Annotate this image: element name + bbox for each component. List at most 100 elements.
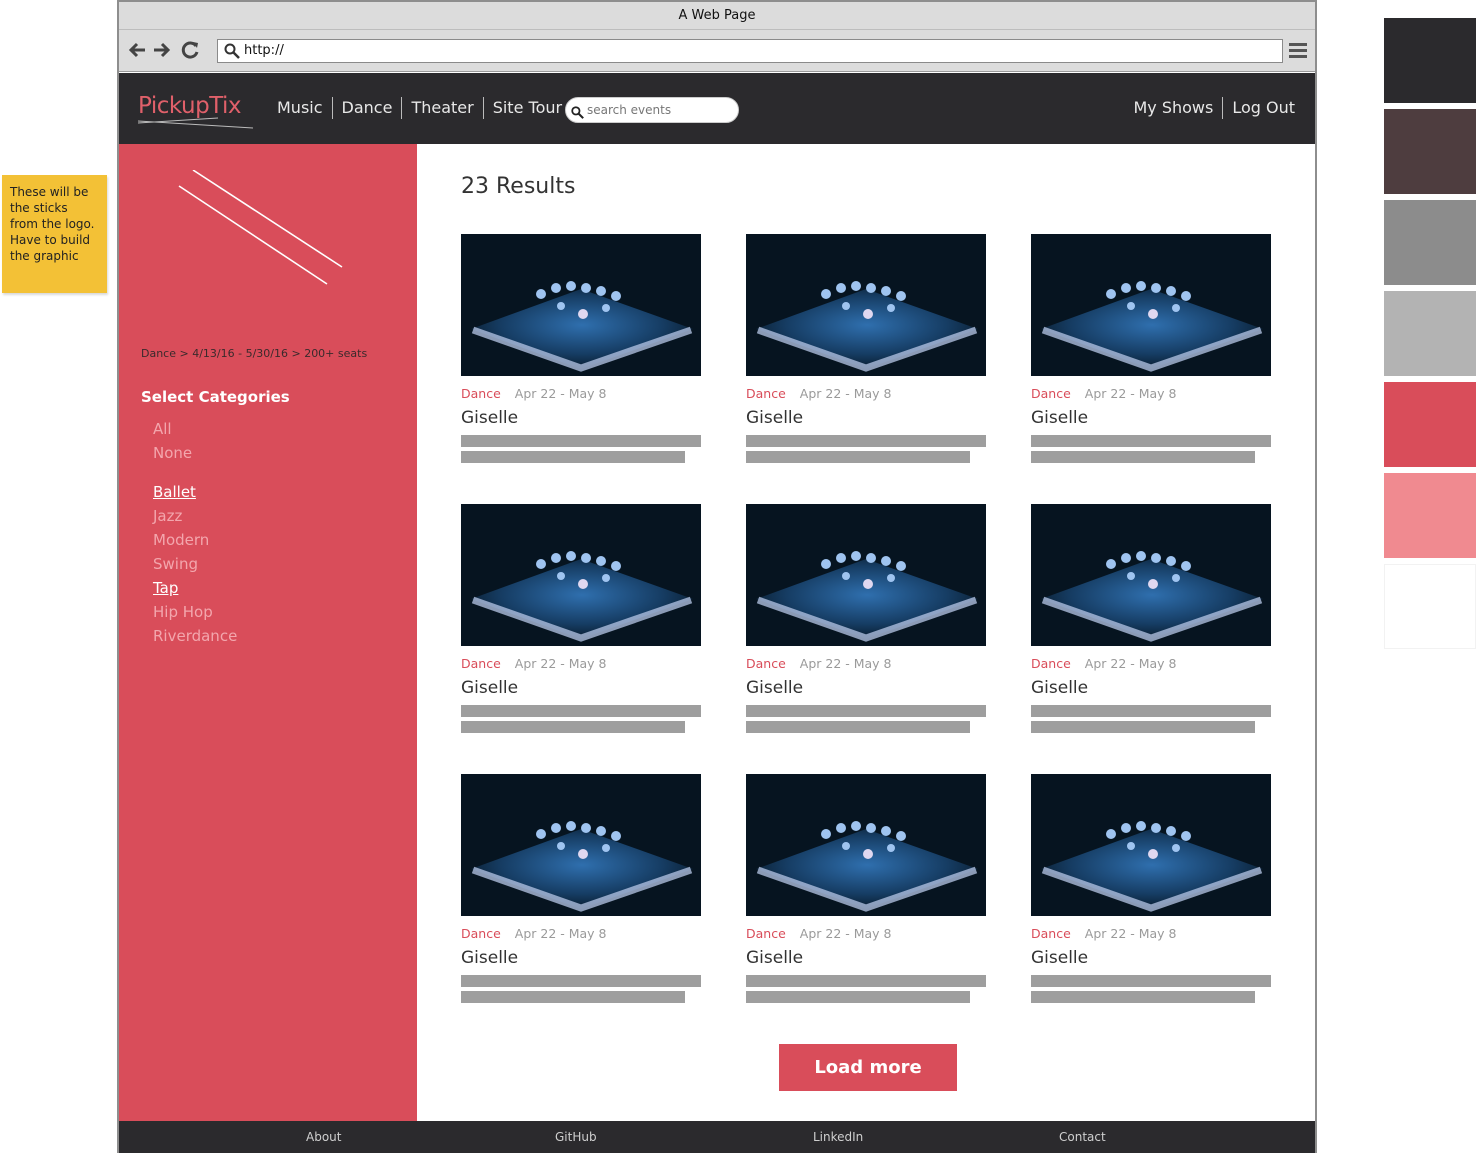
nav-my-shows[interactable]: My Shows <box>1124 97 1222 119</box>
url-bar[interactable]: http:// <box>217 39 1283 63</box>
event-card[interactable]: Dance Apr 22 - May 8 Giselle <box>461 234 701 463</box>
description-placeholder <box>461 991 685 1003</box>
category-jazz[interactable]: Jazz <box>153 504 237 528</box>
event-category: Dance <box>1031 926 1071 941</box>
nav-log-out[interactable]: Log Out <box>1222 97 1304 119</box>
event-image[interactable] <box>746 774 986 916</box>
event-card[interactable]: Dance Apr 22 - May 8 Giselle <box>461 774 701 1003</box>
event-card[interactable]: Dance Apr 22 - May 8 Giselle <box>461 504 701 733</box>
event-date: Apr 22 - May 8 <box>799 386 892 401</box>
event-date: Apr 22 - May 8 <box>514 656 607 671</box>
category-riverdance[interactable]: Riverdance <box>153 624 237 648</box>
reload-icon[interactable] <box>181 40 201 63</box>
palette-swatch <box>1384 473 1476 558</box>
footer-contact[interactable]: Contact <box>1059 1130 1106 1144</box>
quick-select: All None <box>153 417 192 465</box>
search-input[interactable]: search events <box>565 97 739 123</box>
event-image[interactable] <box>461 774 701 916</box>
select-none[interactable]: None <box>153 441 192 465</box>
event-category: Dance <box>461 926 501 941</box>
description-placeholder <box>461 451 685 463</box>
nav-theater[interactable]: Theater <box>401 97 482 119</box>
event-card[interactable]: Dance Apr 22 - May 8 Giselle <box>746 504 986 733</box>
event-meta: Dance Apr 22 - May 8 <box>461 926 701 942</box>
window-title: A Web Page <box>119 2 1315 30</box>
event-category: Dance <box>746 656 786 671</box>
footer-about[interactable]: About <box>306 1130 341 1144</box>
load-more-button[interactable]: Load more <box>779 1044 957 1091</box>
event-card[interactable]: Dance Apr 22 - May 8 Giselle <box>746 234 986 463</box>
browser-toolbar: http:// <box>119 30 1315 72</box>
breadcrumb: Dance > 4/13/16 - 5/30/16 > 200+ seats <box>141 347 368 360</box>
description-placeholder <box>461 975 701 987</box>
category-ballet[interactable]: Ballet <box>153 480 237 504</box>
event-meta: Dance Apr 22 - May 8 <box>746 656 986 672</box>
event-title[interactable]: Giselle <box>746 947 986 969</box>
description-placeholder <box>746 705 986 717</box>
description-placeholder <box>1031 721 1255 733</box>
event-image[interactable] <box>461 234 701 376</box>
event-category: Dance <box>746 926 786 941</box>
event-title[interactable]: Giselle <box>746 677 986 699</box>
event-card[interactable]: Dance Apr 22 - May 8 Giselle <box>1031 774 1271 1003</box>
menu-icon[interactable] <box>1289 43 1307 61</box>
logo-sticks-icon <box>138 117 254 129</box>
search-icon <box>224 43 240 67</box>
category-swing[interactable]: Swing <box>153 552 237 576</box>
event-meta: Dance Apr 22 - May 8 <box>461 386 701 402</box>
palette-swatch <box>1384 18 1476 103</box>
event-meta: Dance Apr 22 - May 8 <box>746 926 986 942</box>
category-modern[interactable]: Modern <box>153 528 237 552</box>
palette-swatch <box>1384 109 1476 194</box>
event-image[interactable] <box>1031 504 1271 646</box>
event-card[interactable]: Dance Apr 22 - May 8 Giselle <box>1031 234 1271 463</box>
sticks-graphic <box>178 170 343 285</box>
event-title[interactable]: Giselle <box>1031 947 1271 969</box>
event-card[interactable]: Dance Apr 22 - May 8 Giselle <box>746 774 986 1003</box>
app-header: PickupTix Music Dance Theater Site Tour … <box>119 73 1315 144</box>
event-date: Apr 22 - May 8 <box>1084 926 1177 941</box>
event-meta: Dance Apr 22 - May 8 <box>461 656 701 672</box>
event-title[interactable]: Giselle <box>1031 407 1271 429</box>
footer-github[interactable]: GitHub <box>555 1130 597 1144</box>
browser-window: A Web Page http:// PickupTix Music Dance… <box>117 0 1317 1153</box>
palette-swatch <box>1384 382 1476 467</box>
event-title[interactable]: Giselle <box>461 947 701 969</box>
event-date: Apr 22 - May 8 <box>799 656 892 671</box>
event-category: Dance <box>1031 386 1071 401</box>
forward-arrow-icon[interactable] <box>152 40 172 63</box>
description-placeholder <box>746 975 986 987</box>
user-nav: My Shows Log Out <box>1124 97 1304 119</box>
event-image[interactable] <box>746 234 986 376</box>
select-all[interactable]: All <box>153 417 192 441</box>
event-title[interactable]: Giselle <box>1031 677 1271 699</box>
category-tap[interactable]: Tap <box>153 576 237 600</box>
event-image[interactable] <box>1031 234 1271 376</box>
event-title[interactable]: Giselle <box>461 677 701 699</box>
event-image[interactable] <box>746 504 986 646</box>
category-list: Ballet Jazz Modern Swing Tap Hip Hop Riv… <box>153 480 237 648</box>
event-date: Apr 22 - May 8 <box>1084 386 1177 401</box>
nav-music[interactable]: Music <box>277 97 332 119</box>
description-placeholder <box>461 705 701 717</box>
category-hip-hop[interactable]: Hip Hop <box>153 600 237 624</box>
event-meta: Dance Apr 22 - May 8 <box>746 386 986 402</box>
nav-site-tour[interactable]: Site Tour <box>482 97 571 119</box>
event-meta: Dance Apr 22 - May 8 <box>1031 926 1271 942</box>
event-title[interactable]: Giselle <box>461 407 701 429</box>
back-arrow-icon[interactable] <box>127 40 147 63</box>
event-title[interactable]: Giselle <box>746 407 986 429</box>
event-card[interactable]: Dance Apr 22 - May 8 Giselle <box>1031 504 1271 733</box>
event-image[interactable] <box>461 504 701 646</box>
event-category: Dance <box>461 656 501 671</box>
palette-swatch <box>1384 200 1476 285</box>
description-placeholder <box>746 435 986 447</box>
nav-dance[interactable]: Dance <box>331 97 402 119</box>
footer-linkedin[interactable]: LinkedIn <box>813 1130 863 1144</box>
logo[interactable]: PickupTix <box>138 93 242 119</box>
description-placeholder <box>461 721 685 733</box>
description-placeholder <box>746 991 970 1003</box>
event-image[interactable] <box>1031 774 1271 916</box>
palette-swatch <box>1384 564 1476 649</box>
filter-sidebar: Dance > 4/13/16 - 5/30/16 > 200+ seats S… <box>119 144 417 1121</box>
